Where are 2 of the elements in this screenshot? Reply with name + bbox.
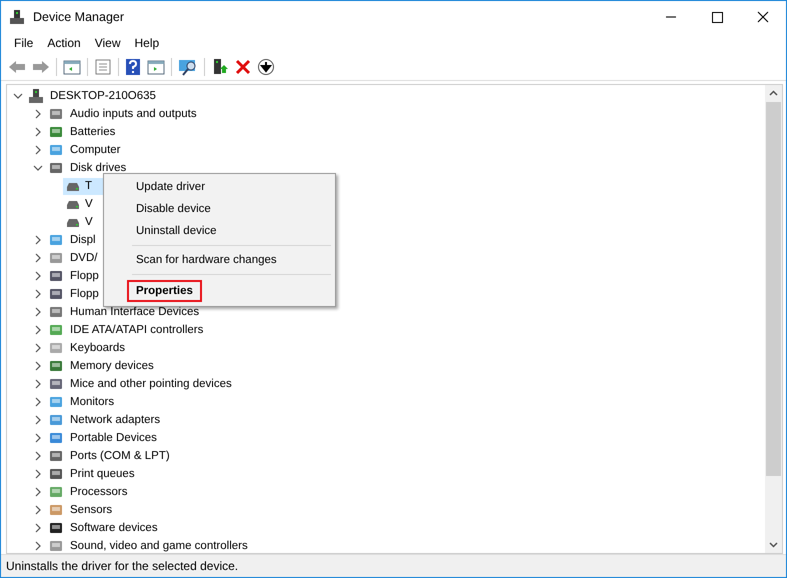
- status-text: Uninstalls the driver for the selected device.: [6, 559, 238, 573]
- window-title: Device Manager: [33, 10, 124, 24]
